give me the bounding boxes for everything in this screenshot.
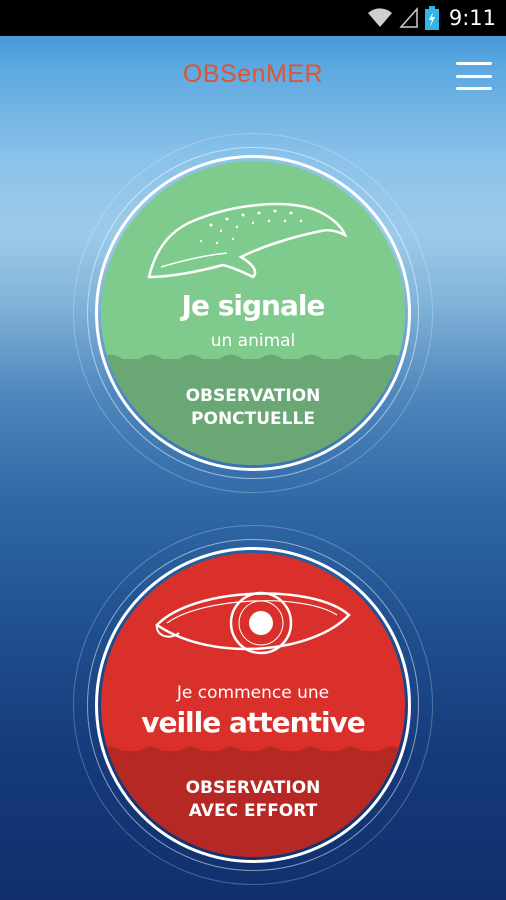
- app-title: OBSenMER: [182, 60, 324, 88]
- band-line: AVEC EFFORT: [188, 801, 318, 821]
- wifi-icon: [367, 8, 392, 27]
- card-subtitle: un animal: [210, 331, 296, 351]
- hamburger-menu-icon[interactable]: [456, 62, 492, 90]
- card-subtitle: veille attentive: [141, 706, 366, 739]
- eye-icon: [155, 591, 351, 655]
- status-time: 9:11: [448, 6, 496, 30]
- effort-observation-button[interactable]: Je commence une veille attentive OBSERVA…: [101, 553, 405, 857]
- wave-divider: [101, 354, 405, 365]
- card-band-label: OBSERVATION AVEC EFFORT: [101, 777, 405, 823]
- menu-bar: [456, 74, 492, 78]
- status-bar: 9:11: [0, 0, 506, 36]
- band-line: OBSERVATION: [185, 386, 321, 406]
- spot-observation-card: Je signale un animal OBSERVATION PONCTUE…: [73, 133, 433, 493]
- card-title: Je commence une: [176, 683, 330, 703]
- battery-charging-icon: [424, 6, 439, 30]
- card-band-label: OBSERVATION PONCTUELLE: [101, 385, 405, 431]
- spot-observation-button[interactable]: Je signale un animal OBSERVATION PONCTUE…: [101, 161, 405, 465]
- menu-bar: [456, 87, 492, 90]
- band-line: OBSERVATION: [185, 778, 321, 798]
- card-title: Je signale: [181, 289, 326, 322]
- whale-icon: [147, 202, 348, 279]
- effort-observation-card: Je commence une veille attentive OBSERVA…: [73, 525, 433, 885]
- app-header: OBSenMER: [0, 36, 506, 116]
- band-line: PONCTUELLE: [191, 409, 315, 429]
- wave-divider: [101, 746, 405, 757]
- signal-icon: [399, 7, 418, 28]
- menu-bar: [456, 62, 492, 65]
